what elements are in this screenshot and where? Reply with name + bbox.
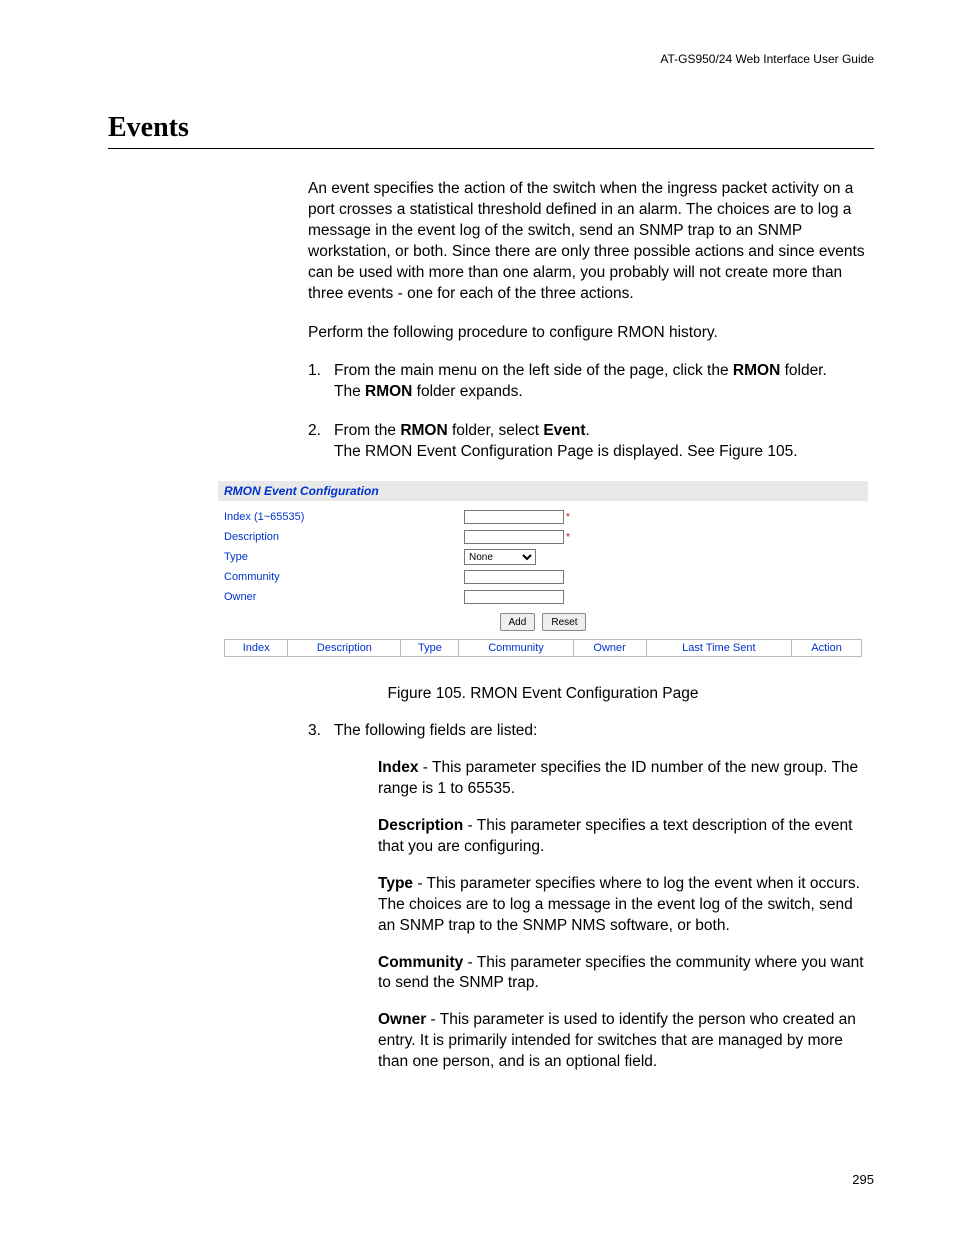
def-text: - This parameter specifies the ID number… <box>378 759 858 797</box>
def-description: Description - This parameter specifies a… <box>378 816 874 858</box>
form-row-index: Index (1~65535) * <box>224 507 862 527</box>
input-index[interactable] <box>464 510 564 524</box>
form-row-description: Description * <box>224 527 862 547</box>
figure-frame: RMON Event Configuration Index (1~65535)… <box>218 481 868 703</box>
figure-table: Index Description Type Community Owner L… <box>224 639 862 657</box>
table-header-row: Index Description Type Community Owner L… <box>225 640 862 657</box>
label-type: Type <box>224 551 464 563</box>
bold-rmon: RMON <box>365 383 412 400</box>
text: From the main menu on the left side of t… <box>334 362 733 379</box>
def-label: Type <box>378 875 413 892</box>
required-star: * <box>566 532 570 543</box>
step-number: 3. <box>308 721 334 1089</box>
def-text: - This parameter is used to identify the… <box>378 1011 856 1070</box>
th-type: Type <box>401 640 459 657</box>
ordered-steps: 1. From the main menu on the left side o… <box>308 361 874 463</box>
step-text: From the RMON folder, select Event. The … <box>334 421 874 463</box>
label-index: Index (1~65535) <box>224 511 464 523</box>
step-number: 1. <box>308 361 334 403</box>
field-definitions: Index - This parameter specifies the ID … <box>378 758 874 1073</box>
figure-105: RMON Event Configuration Index (1~65535)… <box>108 481 874 703</box>
step-3: 3. The following fields are listed: Inde… <box>308 721 874 1089</box>
def-label: Owner <box>378 1011 426 1028</box>
def-owner: Owner - This parameter is used to identi… <box>378 1010 874 1073</box>
text: . <box>586 422 590 439</box>
text: The <box>334 383 365 400</box>
step-text: The following fields are listed: Index -… <box>334 721 874 1089</box>
text: folder. <box>780 362 827 379</box>
required-star: * <box>566 512 570 523</box>
th-index: Index <box>225 640 288 657</box>
def-text: - This parameter specifies where to log … <box>378 875 860 934</box>
reset-button[interactable]: Reset <box>542 613 586 631</box>
th-community: Community <box>459 640 573 657</box>
instruction-paragraph: Perform the following procedure to confi… <box>308 323 874 344</box>
figure-caption: Figure 105. RMON Event Configuration Pag… <box>218 685 868 703</box>
step-1: 1. From the main menu on the left side o… <box>308 361 874 403</box>
label-community: Community <box>224 571 464 583</box>
th-action: Action <box>792 640 862 657</box>
body-column-cont: 3. The following fields are listed: Inde… <box>308 721 874 1089</box>
bold-event: Event <box>543 422 585 439</box>
text: The following fields are listed: <box>334 722 537 739</box>
def-index: Index - This parameter specifies the ID … <box>378 758 874 800</box>
select-type[interactable]: None <box>464 549 536 565</box>
th-owner: Owner <box>573 640 646 657</box>
def-label: Description <box>378 817 463 834</box>
bold-rmon: RMON <box>400 422 447 439</box>
text: folder, select <box>448 422 544 439</box>
bold-rmon: RMON <box>733 362 780 379</box>
step-number: 2. <box>308 421 334 463</box>
section-title: Events <box>108 112 874 144</box>
th-description: Description <box>288 640 401 657</box>
page-number: 295 <box>852 1172 874 1187</box>
text: From the <box>334 422 400 439</box>
label-description: Description <box>224 531 464 543</box>
form-row-owner: Owner <box>224 587 862 607</box>
form-row-type: Type None <box>224 547 862 567</box>
page: AT-GS950/24 Web Interface User Guide Eve… <box>0 0 954 1235</box>
th-last-time-sent: Last Time Sent <box>646 640 791 657</box>
figure-buttons: Add Reset <box>224 607 862 637</box>
text: The RMON Event Configuration Page is dis… <box>334 443 798 460</box>
figure-panel-title: RMON Event Configuration <box>218 481 868 501</box>
def-type: Type - This parameter specifies where to… <box>378 874 874 937</box>
title-rule <box>108 148 874 149</box>
ordered-steps-cont: 3. The following fields are listed: Inde… <box>308 721 874 1089</box>
def-label: Community <box>378 954 463 971</box>
def-label: Index <box>378 759 418 776</box>
input-owner[interactable] <box>464 590 564 604</box>
intro-paragraph: An event specifies the action of the swi… <box>308 179 874 305</box>
input-description[interactable] <box>464 530 564 544</box>
form-row-community: Community <box>224 567 862 587</box>
step-2: 2. From the RMON folder, select Event. T… <box>308 421 874 463</box>
body-column: An event specifies the action of the swi… <box>308 179 874 463</box>
running-header: AT-GS950/24 Web Interface User Guide <box>660 52 874 66</box>
add-button[interactable]: Add <box>500 613 536 631</box>
step-text: From the main menu on the left side of t… <box>334 361 874 403</box>
label-owner: Owner <box>224 591 464 603</box>
figure-form: Index (1~65535) * Description * Type Non… <box>218 501 868 659</box>
input-community[interactable] <box>464 570 564 584</box>
text: folder expands. <box>412 383 522 400</box>
def-community: Community - This parameter specifies the… <box>378 953 874 995</box>
